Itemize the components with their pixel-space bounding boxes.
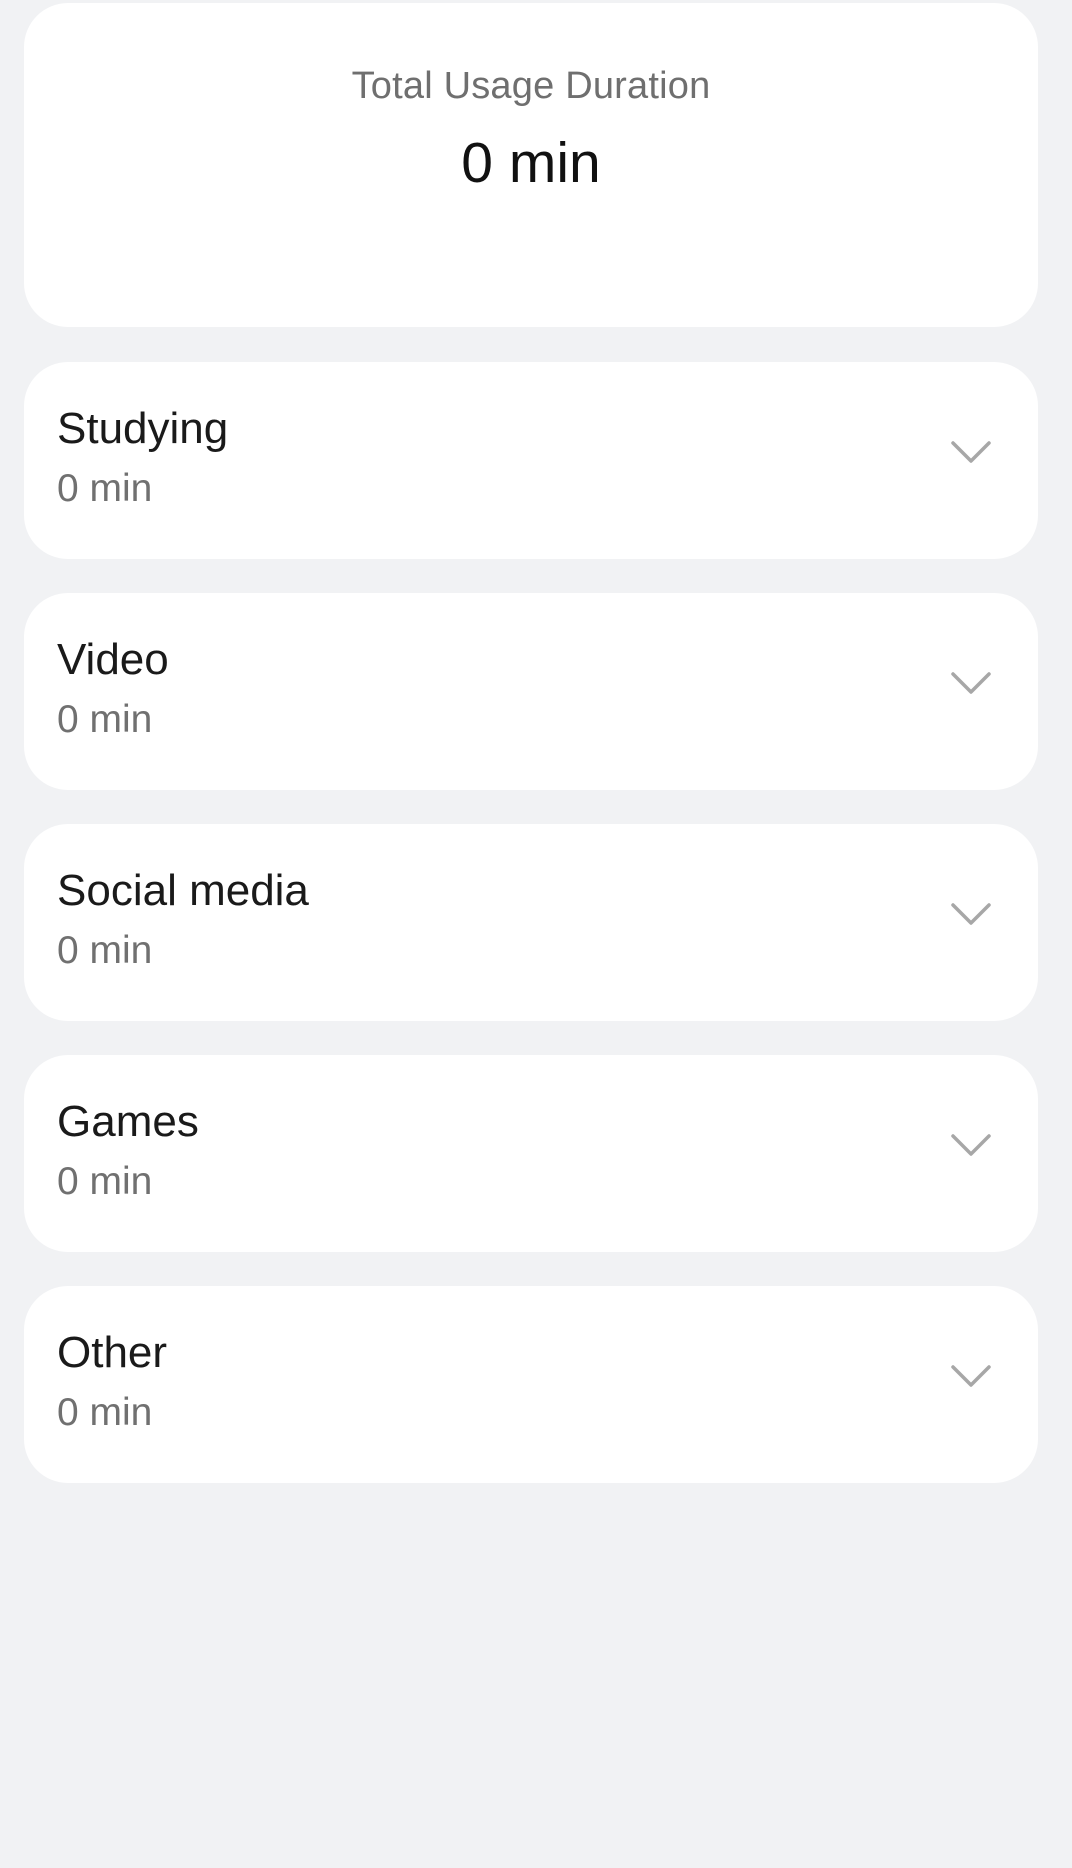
category-name-video: Video [57,635,169,684]
chevron-down-icon[interactable] [950,670,992,696]
category-name-studying: Studying [57,404,229,453]
chevron-down-icon[interactable] [950,901,992,927]
category-name-other: Other [57,1328,168,1377]
category-card-other[interactable]: Other 0 min [24,1286,1038,1483]
total-usage-title: Total Usage Duration [351,65,711,107]
total-usage-value: 0 min [461,131,601,195]
category-card-social-media[interactable]: Social media 0 min [24,824,1038,1021]
category-card-studying[interactable]: Studying 0 min [24,362,1038,559]
total-usage-card: Total Usage Duration 0 min [24,3,1038,327]
chevron-down-icon[interactable] [950,439,992,465]
category-duration-other: 0 min [57,1391,153,1434]
category-name-social-media: Social media [57,866,309,915]
category-card-games[interactable]: Games 0 min [24,1055,1038,1252]
category-duration-studying: 0 min [57,467,153,510]
category-duration-games: 0 min [57,1160,153,1203]
chevron-down-icon[interactable] [950,1363,992,1389]
category-name-games: Games [57,1097,199,1146]
category-card-video[interactable]: Video 0 min [24,593,1038,790]
usage-screen: Total Usage Duration 0 min Studying 0 mi… [0,0,1072,1868]
chevron-down-icon[interactable] [950,1132,992,1158]
category-duration-social-media: 0 min [57,929,153,972]
category-duration-video: 0 min [57,698,153,741]
